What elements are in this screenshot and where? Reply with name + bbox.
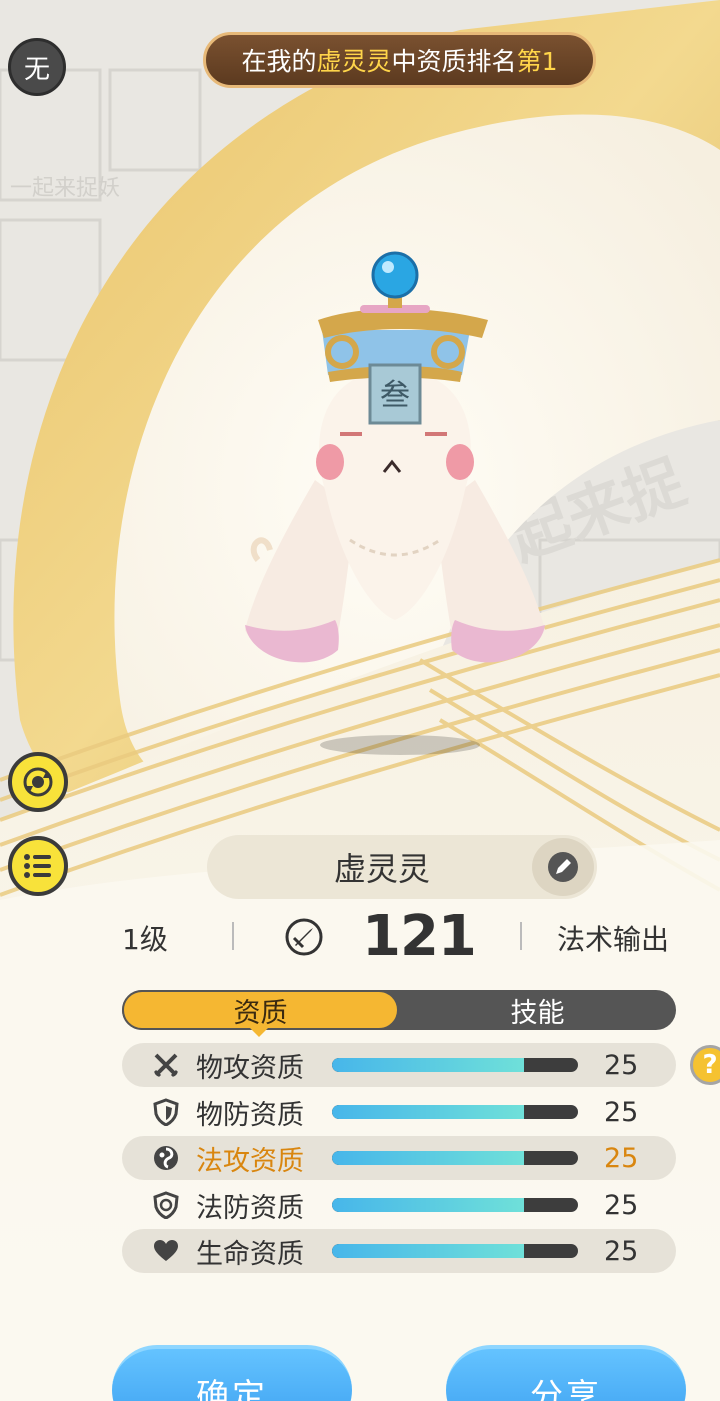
tab-aptitude-label: 资质 (233, 997, 288, 1029)
swap-pet-button[interactable] (8, 752, 68, 812)
stat-bar (332, 1244, 578, 1258)
stat-bar (332, 1105, 578, 1119)
rank-banner: 在我的 虚灵灵 中资质排名 第1 (203, 32, 596, 88)
svg-text:一起来捉妖: 一起来捉妖 (10, 176, 120, 201)
crossed-swords-icon (152, 1051, 180, 1079)
stat-label: 生命资质 (196, 1238, 304, 1270)
edit-icon (548, 852, 578, 882)
element-badge[interactable]: 无 (8, 38, 66, 96)
stat-row-health: 生命资质 25 (122, 1229, 676, 1273)
magic-swirl-icon (152, 1144, 180, 1172)
detail-tabs: 资质 技能 (122, 990, 676, 1037)
shield-icon (152, 1098, 180, 1126)
tab-skills-label: 技能 (510, 997, 565, 1029)
stat-value: 25 (604, 1096, 639, 1128)
talisman-char: 叁 (380, 378, 410, 413)
stat-value: 25 (604, 1189, 639, 1221)
stat-value: 25 (604, 1142, 639, 1174)
magic-shield-icon (152, 1191, 180, 1219)
stat-bar (332, 1151, 578, 1165)
pet-detail-screen: 一起来捉妖 一起来捉妖 起来捉 (0, 0, 720, 1401)
stat-label: 物攻资质 (196, 1052, 304, 1084)
element-badge-label: 无 (23, 54, 50, 85)
stat-value: 25 (604, 1049, 639, 1081)
divider (232, 922, 234, 950)
pet-name: 虚灵灵 (333, 850, 430, 888)
tab-aptitude[interactable]: 资质 (122, 990, 399, 1030)
menu-list-button[interactable] (8, 836, 68, 896)
heart-icon (152, 1237, 180, 1265)
rank-middle: 中资质排名 (391, 47, 517, 76)
share-button[interactable]: 分享 (446, 1345, 686, 1401)
pet-role: 法术输出 (557, 923, 670, 956)
stat-row-physical-defense: 物防资质 25 (122, 1090, 676, 1134)
combat-power-value: 121 (362, 904, 477, 969)
stat-bar (332, 1058, 578, 1072)
stat-label: 物防资质 (196, 1099, 304, 1131)
rank-prefix: 在我的 (241, 47, 317, 76)
tab-skills[interactable]: 技能 (399, 990, 676, 1030)
stat-value: 25 (604, 1235, 639, 1267)
pet-character-image: 叁 (245, 251, 545, 663)
stat-label: 法防资质 (196, 1192, 304, 1224)
share-label: 分享 (530, 1376, 602, 1401)
pet-level: 1级 (122, 923, 168, 956)
combat-power-icon (285, 918, 323, 956)
confirm-label: 确定 (196, 1376, 268, 1401)
stat-row-magic-defense: 法防资质 25 (122, 1183, 676, 1227)
divider (520, 922, 522, 950)
stat-label: 法攻资质 (196, 1145, 304, 1177)
help-icon: ? (702, 1050, 718, 1080)
stat-row-physical-attack: 物攻资质 25 (122, 1043, 676, 1087)
stat-row-magic-attack: 法攻资质 25 (122, 1136, 676, 1180)
stat-bar (332, 1198, 578, 1212)
rename-button[interactable] (532, 838, 594, 896)
rank-value: 第1 (516, 47, 558, 76)
swap-icon (23, 767, 53, 797)
rank-pet-name: 虚灵灵 (316, 47, 392, 76)
list-icon (24, 854, 51, 878)
active-tab-pointer (250, 1028, 268, 1037)
confirm-button[interactable]: 确定 (112, 1345, 352, 1401)
